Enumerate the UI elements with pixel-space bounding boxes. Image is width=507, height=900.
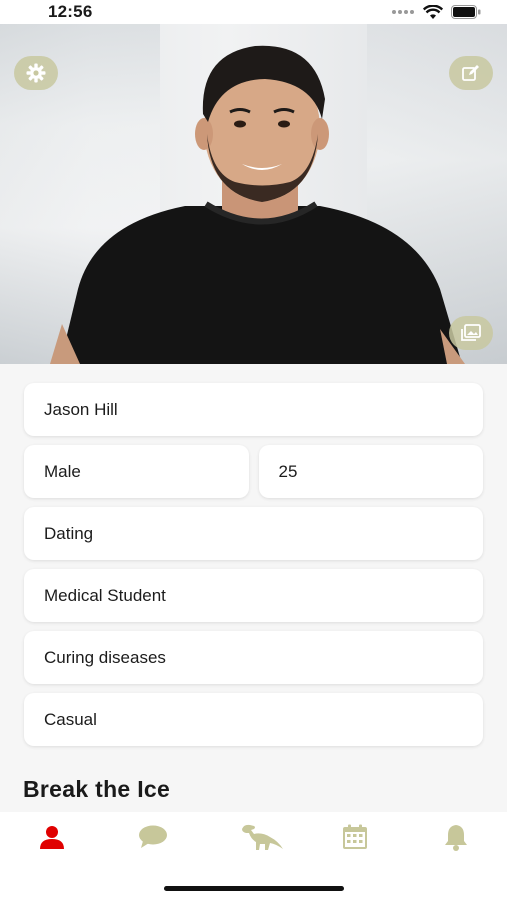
tab-messages[interactable] [133, 820, 173, 854]
person-icon [40, 826, 64, 849]
battery-icon [451, 5, 481, 19]
tab-calendar[interactable] [335, 820, 375, 854]
status-icons [391, 4, 481, 20]
passion-field[interactable]: Curing diseases [24, 631, 483, 684]
tab-discover[interactable] [240, 820, 284, 854]
settings-button[interactable] [14, 56, 58, 90]
gear-icon [26, 63, 46, 83]
bell-icon [445, 825, 467, 851]
edit-profile-button[interactable] [449, 56, 493, 90]
name-field[interactable]: Jason Hill [24, 383, 483, 436]
edit-icon [462, 65, 479, 81]
status-time: 12:56 [48, 2, 93, 21]
dinosaur-icon [242, 824, 283, 850]
age-field[interactable]: 25 [258, 445, 483, 498]
person-photo-illustration [50, 45, 465, 364]
looking-for-field[interactable]: Dating [24, 507, 483, 560]
gender-age-row: Male 25 [24, 445, 483, 507]
gallery-icon [461, 324, 481, 341]
wifi-icon [423, 4, 443, 19]
gender-field[interactable]: Male [24, 445, 249, 498]
signal-icon [392, 10, 414, 14]
chat-bubble-icon [139, 825, 167, 848]
profile-photo [0, 24, 507, 364]
profile-fields: Jason Hill Male 25 Dating Medical Studen… [24, 383, 483, 755]
break-the-ice-heading: Break the Ice [23, 776, 171, 802]
style-field[interactable]: Casual [24, 693, 483, 746]
home-indicator [164, 886, 344, 891]
tab-notifications[interactable] [436, 820, 476, 854]
tab-profile[interactable] [32, 820, 72, 854]
change-photo-button[interactable] [449, 316, 493, 350]
status-bar: 12:56 [0, 0, 507, 24]
occupation-field[interactable]: Medical Student [24, 569, 483, 622]
calendar-icon [343, 824, 367, 849]
